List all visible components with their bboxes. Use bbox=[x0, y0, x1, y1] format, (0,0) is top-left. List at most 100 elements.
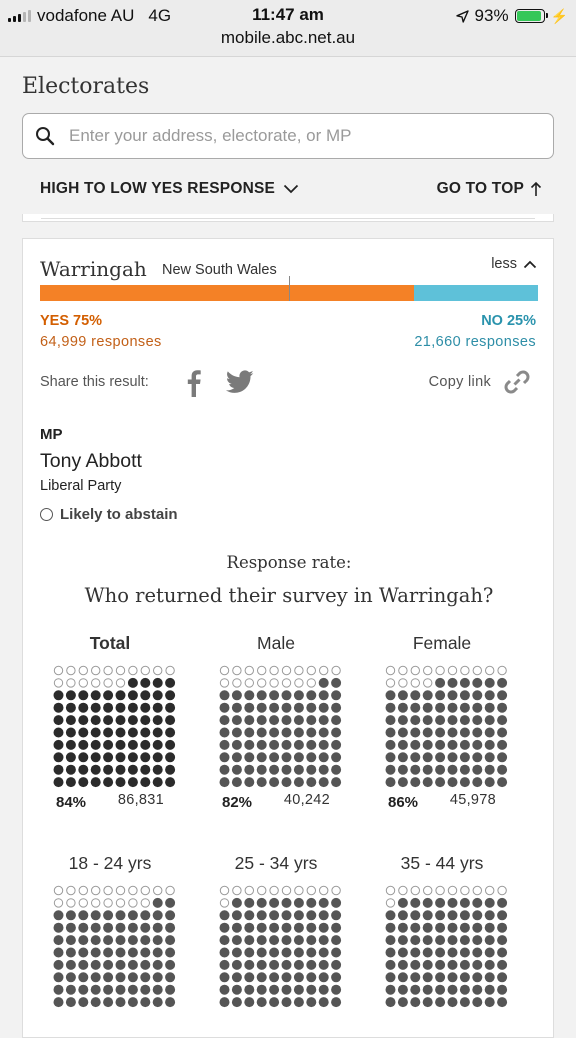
empty-dot bbox=[385, 898, 396, 908]
filled-dot bbox=[484, 972, 495, 983]
facebook-icon[interactable] bbox=[183, 367, 205, 397]
twitter-icon[interactable] bbox=[226, 370, 254, 394]
filled-dot bbox=[281, 702, 292, 713]
group-percentage: 86% bbox=[388, 794, 419, 811]
empty-dot bbox=[398, 885, 408, 896]
filled-dot bbox=[115, 777, 126, 788]
filled-dot bbox=[78, 715, 89, 726]
group-count: 40,242 bbox=[283, 792, 330, 808]
filled-dot bbox=[127, 947, 138, 958]
filled-dot bbox=[231, 959, 242, 970]
filled-dot bbox=[293, 897, 304, 908]
filled-dot bbox=[53, 910, 64, 921]
filled-dot bbox=[410, 935, 421, 946]
empty-dot bbox=[103, 885, 113, 896]
battery-icon bbox=[514, 9, 548, 23]
dot-matrix bbox=[219, 885, 342, 1008]
filled-dot bbox=[103, 910, 114, 921]
filled-dot bbox=[281, 690, 292, 701]
filled-dot bbox=[472, 959, 483, 970]
filled-dot bbox=[90, 972, 101, 983]
filled-dot bbox=[318, 984, 329, 995]
empty-dot bbox=[269, 665, 279, 676]
go-to-top-label: GO TO TOP bbox=[436, 180, 524, 197]
filled-dot bbox=[165, 764, 176, 775]
filled-dot bbox=[459, 972, 470, 983]
filled-dot bbox=[127, 752, 138, 763]
filled-dot bbox=[269, 897, 280, 908]
filled-dot bbox=[78, 727, 89, 738]
filled-dot bbox=[152, 910, 163, 921]
filled-dot bbox=[269, 715, 280, 726]
filled-dot bbox=[152, 727, 163, 738]
filled-dot bbox=[497, 752, 508, 763]
filled-dot bbox=[293, 972, 304, 983]
sort-dropdown[interactable]: HIGH TO LOW YES RESPONSE bbox=[40, 180, 299, 198]
address-bar[interactable]: mobile.abc.net.au bbox=[0, 28, 576, 48]
filled-dot bbox=[140, 947, 151, 958]
filled-dot bbox=[497, 984, 508, 995]
empty-dot bbox=[319, 885, 329, 896]
filled-dot bbox=[435, 677, 446, 688]
search-box[interactable] bbox=[22, 113, 554, 159]
filled-dot bbox=[231, 972, 242, 983]
filled-dot bbox=[65, 764, 76, 775]
filled-dot bbox=[244, 777, 255, 788]
filled-dot bbox=[53, 739, 64, 750]
filled-dot bbox=[256, 959, 267, 970]
link-icon[interactable] bbox=[502, 367, 532, 397]
filled-dot bbox=[410, 897, 421, 908]
empty-dot bbox=[128, 665, 138, 676]
empty-dot bbox=[153, 885, 163, 896]
filled-dot bbox=[115, 972, 126, 983]
filled-dot bbox=[459, 727, 470, 738]
collapse-toggle[interactable]: less bbox=[491, 256, 537, 272]
filled-dot bbox=[152, 739, 163, 750]
filled-dot bbox=[140, 677, 151, 688]
empty-dot bbox=[257, 665, 267, 676]
copy-link-label[interactable]: Copy link bbox=[429, 374, 491, 390]
filled-dot bbox=[331, 739, 342, 750]
empty-dot bbox=[66, 898, 76, 908]
filled-dot bbox=[422, 910, 433, 921]
filled-dot bbox=[318, 959, 329, 970]
filled-dot bbox=[65, 702, 76, 713]
filled-dot bbox=[165, 959, 176, 970]
filled-dot bbox=[385, 727, 396, 738]
filled-dot bbox=[244, 702, 255, 713]
filled-dot bbox=[422, 984, 433, 995]
filled-dot bbox=[422, 727, 433, 738]
status-bar: vodafone AU 4G 11:47 am mobile.abc.net.a… bbox=[0, 0, 576, 57]
filled-dot bbox=[152, 959, 163, 970]
search-input[interactable] bbox=[67, 125, 541, 147]
filled-dot bbox=[331, 752, 342, 763]
filled-dot bbox=[497, 947, 508, 958]
filled-dot bbox=[103, 997, 114, 1008]
filled-dot bbox=[410, 972, 421, 983]
filled-dot bbox=[165, 752, 176, 763]
filled-dot bbox=[318, 935, 329, 946]
filled-dot bbox=[90, 947, 101, 958]
filled-dot bbox=[256, 690, 267, 701]
empty-dot bbox=[306, 885, 317, 896]
filled-dot bbox=[127, 777, 138, 788]
filled-dot bbox=[472, 997, 483, 1008]
filled-dot bbox=[435, 764, 446, 775]
group-percentage: 82% bbox=[222, 794, 253, 811]
filled-dot bbox=[397, 727, 408, 738]
filled-dot bbox=[269, 752, 280, 763]
filled-dot bbox=[65, 690, 76, 701]
filled-dot bbox=[293, 947, 304, 958]
go-to-top-button[interactable]: GO TO TOP bbox=[437, 180, 542, 198]
empty-dot bbox=[447, 885, 458, 896]
empty-dot bbox=[219, 898, 230, 908]
filled-dot bbox=[127, 922, 138, 933]
filled-dot bbox=[497, 702, 508, 713]
filled-dot bbox=[435, 897, 446, 908]
group-label: 35 - 44 yrs bbox=[400, 853, 484, 873]
filled-dot bbox=[293, 910, 304, 921]
filled-dot bbox=[65, 777, 76, 788]
filled-dot bbox=[447, 727, 458, 738]
empty-dot bbox=[460, 885, 470, 896]
empty-dot bbox=[153, 665, 163, 676]
